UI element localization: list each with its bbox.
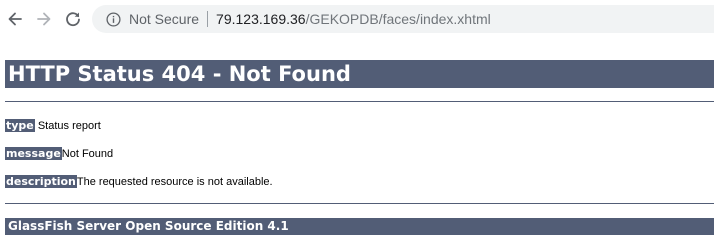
type-row: type Status report: [5, 119, 101, 133]
description-value: The requested resource is not available.: [76, 176, 273, 188]
browser-toolbar: Not Secure 79.123.169.36/GEKOPDB/faces/i…: [0, 0, 714, 38]
description-row: descriptionThe requested resource is not…: [5, 175, 273, 189]
address-separator: [207, 11, 209, 27]
address-bar[interactable]: Not Secure 79.123.169.36/GEKOPDB/faces/i…: [92, 5, 714, 33]
message-label: message: [5, 147, 62, 160]
url-path: /GEKOPDB/faces/index.xhtml: [305, 11, 491, 27]
divider-bottom: [5, 203, 714, 204]
forward-arrow-icon: [37, 12, 51, 26]
server-footer: GlassFish Server Open Source Edition 4.1: [5, 218, 714, 235]
type-value: Status report: [34, 120, 101, 132]
info-icon[interactable]: [106, 11, 121, 27]
reload-icon: [66, 12, 80, 27]
message-value: Not Found: [61, 148, 114, 160]
reload-button[interactable]: [62, 8, 84, 30]
back-arrow-icon: [8, 12, 22, 26]
security-label[interactable]: Not Secure: [129, 11, 199, 27]
type-label: type: [5, 119, 35, 132]
divider-top: [5, 101, 714, 102]
forward-button[interactable]: [33, 8, 55, 30]
url-host: 79.123.169.36: [216, 11, 306, 27]
url-text[interactable]: 79.123.169.36/GEKOPDB/faces/index.xhtml: [216, 11, 491, 27]
page-title: HTTP Status 404 - Not Found: [5, 60, 714, 88]
message-row: messageNot Found: [5, 147, 113, 161]
back-button[interactable]: [4, 8, 26, 30]
description-label: description: [5, 175, 77, 188]
